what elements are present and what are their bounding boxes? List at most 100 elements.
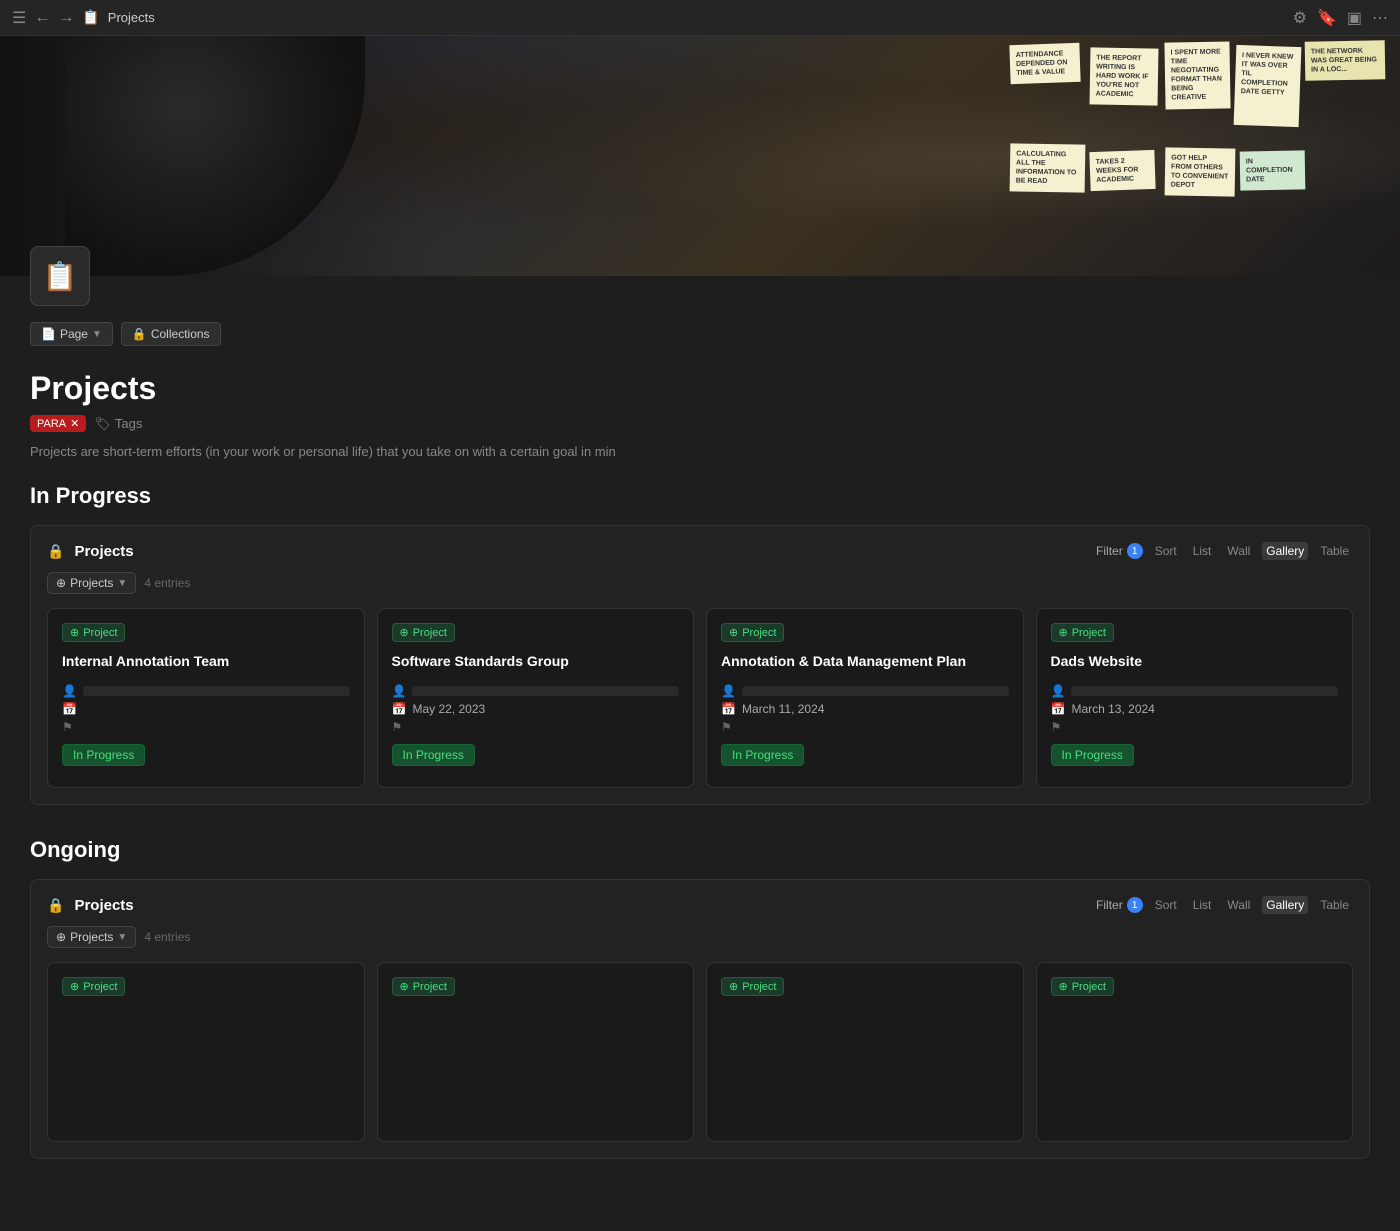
sticky-note-1: ATTENDANCE DEPENDED ON TIME & VALUE bbox=[1009, 43, 1080, 85]
ongoing-collection: 🔒 Projects Filter 1 Sort List Wall Galle… bbox=[30, 879, 1370, 1159]
list-view-btn-2[interactable]: List bbox=[1189, 896, 1216, 914]
table-view-btn-1[interactable]: Table bbox=[1316, 542, 1353, 560]
card-badge-1: ⊕ Project bbox=[62, 623, 125, 642]
filter-button-2[interactable]: Filter 1 bbox=[1096, 897, 1143, 913]
collection-header-2: 🔒 Projects Filter 1 Sort List Wall Galle… bbox=[47, 896, 1353, 914]
para-tag[interactable]: PARA ✕ bbox=[30, 415, 86, 432]
forward-button[interactable]: → bbox=[58, 9, 74, 27]
ongoing-badge-1: ⊕ Project bbox=[62, 977, 125, 996]
person-value-4 bbox=[1071, 686, 1338, 696]
gallery-card-3[interactable]: ⊕ Project Annotation & Data Management P… bbox=[706, 608, 1024, 788]
ongoing-card-1[interactable]: ⊕ Project bbox=[47, 962, 365, 1142]
card-person-field-4: 👤 bbox=[1051, 684, 1339, 698]
collection-lock-icon-1: 🔒 bbox=[47, 543, 64, 560]
flag-icon-1: ⚑ bbox=[62, 720, 73, 734]
ongoing-card-3[interactable]: ⊕ Project bbox=[706, 962, 1024, 1142]
back-button[interactable]: ← bbox=[34, 9, 50, 27]
ongoing-card-2[interactable]: ⊕ Project bbox=[377, 962, 695, 1142]
filter-label-1: Filter bbox=[1096, 544, 1123, 558]
calendar-icon-4: 📅 bbox=[1051, 702, 1066, 716]
top-bar-right: ⚙ 🔖 ▣ ⋯ bbox=[1293, 8, 1388, 28]
db-filter-btn-1[interactable]: ⊕ Projects ▼ bbox=[47, 572, 136, 594]
sticky-notes-area: ATTENDANCE DEPENDED ON TIME & VALUE THE … bbox=[980, 36, 1400, 276]
settings-icon[interactable]: ⚙ bbox=[1293, 8, 1307, 28]
sort-button-2[interactable]: Sort bbox=[1151, 896, 1181, 914]
card-badge-label-1: Project bbox=[83, 627, 117, 639]
sticky-note-5: THE NETWORK WAS GREAT BEING IN A LOC... bbox=[1305, 40, 1386, 81]
ongoing-badge-label-3: Project bbox=[742, 981, 776, 993]
page-icon-small: 📋 bbox=[82, 9, 99, 26]
card-title-4: Dads Website bbox=[1051, 652, 1339, 672]
wall-view-btn-2[interactable]: Wall bbox=[1223, 896, 1254, 914]
flag-icon-3: ⚑ bbox=[721, 720, 732, 734]
bookmark-icon[interactable]: 🔖 bbox=[1317, 8, 1337, 28]
collections-tab-label: Collections bbox=[151, 327, 210, 341]
filter-button-1[interactable]: Filter 1 bbox=[1096, 543, 1143, 559]
ongoing-badge-4: ⊕ Project bbox=[1051, 977, 1114, 996]
tag-icon: 🏷 bbox=[94, 416, 111, 432]
collection-lock-icon-2: 🔒 bbox=[47, 897, 64, 914]
page-description: Projects are short-term efforts (in your… bbox=[30, 444, 1370, 459]
wall-view-btn-1[interactable]: Wall bbox=[1223, 542, 1254, 560]
tags-field[interactable]: 🏷 Tags bbox=[94, 416, 142, 432]
section-ongoing-title: Ongoing bbox=[30, 837, 1370, 863]
page-icon-bar: 📋 bbox=[0, 246, 1400, 306]
more-icon[interactable]: ⋯ bbox=[1372, 8, 1388, 28]
filter-label-2: Filter bbox=[1096, 898, 1123, 912]
collection-controls-2: Filter 1 Sort List Wall Gallery Table bbox=[1096, 896, 1353, 914]
card-title-2: Software Standards Group bbox=[392, 652, 680, 672]
table-view-btn-2[interactable]: Table bbox=[1316, 896, 1353, 914]
gallery-card-2[interactable]: ⊕ Project Software Standards Group 👤 📅 M… bbox=[377, 608, 695, 788]
ongoing-badge-icon-2: ⊕ bbox=[400, 980, 409, 993]
card-badge-icon-3: ⊕ bbox=[729, 626, 738, 639]
person-icon-4: 👤 bbox=[1051, 684, 1066, 698]
db-filter-label-1: Projects bbox=[70, 576, 113, 590]
list-view-btn-1[interactable]: List bbox=[1189, 542, 1216, 560]
card-badge-icon-1: ⊕ bbox=[70, 626, 79, 639]
gallery-card-4[interactable]: ⊕ Project Dads Website 👤 📅 March 13, 202… bbox=[1036, 608, 1354, 788]
card-title-3: Annotation & Data Management Plan bbox=[721, 652, 1009, 672]
gallery-grid-2: ⊕ Project ⊕ Project ⊕ Project ⊕ Pr bbox=[47, 962, 1353, 1142]
flag-icon-4: ⚑ bbox=[1051, 720, 1062, 734]
flag-icon-2: ⚑ bbox=[392, 720, 403, 734]
person-icon-2: 👤 bbox=[392, 684, 407, 698]
entries-count-1: 4 entries bbox=[144, 576, 190, 590]
card-flag-field-3: ⚑ bbox=[721, 720, 1009, 734]
ongoing-badge-icon-4: ⊕ bbox=[1059, 980, 1068, 993]
main-content: Projects PARA ✕ 🏷 Tags Projects are shor… bbox=[0, 354, 1400, 1231]
card-person-field-2: 👤 bbox=[392, 684, 680, 698]
card-badge-icon-2: ⊕ bbox=[400, 626, 409, 639]
person-icon-1: 👤 bbox=[62, 684, 77, 698]
ongoing-card-4[interactable]: ⊕ Project bbox=[1036, 962, 1354, 1142]
menu-icon[interactable]: ☰ bbox=[12, 8, 26, 28]
card-date-3: March 11, 2024 bbox=[742, 702, 825, 716]
in-progress-collection: 🔒 Projects Filter 1 Sort List Wall Galle… bbox=[30, 525, 1370, 805]
layout-icon[interactable]: ▣ bbox=[1347, 8, 1362, 28]
tab-collections[interactable]: 🔒 Collections bbox=[121, 322, 221, 346]
collection-header-left-2: 🔒 Projects bbox=[47, 897, 134, 914]
gallery-view-btn-2[interactable]: Gallery bbox=[1262, 896, 1308, 914]
para-tag-remove[interactable]: ✕ bbox=[70, 417, 79, 430]
status-badge-4: In Progress bbox=[1051, 744, 1134, 766]
db-filter-btn-2[interactable]: ⊕ Projects ▼ bbox=[47, 926, 136, 948]
entries-count-2: 4 entries bbox=[144, 930, 190, 944]
tab-page[interactable]: 📄 Page ▼ bbox=[30, 322, 113, 346]
sort-button-1[interactable]: Sort bbox=[1151, 542, 1181, 560]
calendar-icon-3: 📅 bbox=[721, 702, 736, 716]
page-tab-chevron: ▼ bbox=[92, 329, 102, 340]
card-calendar-field-1: 📅 bbox=[62, 702, 350, 716]
db-filter-label-2: Projects bbox=[70, 930, 113, 944]
calendar-icon-1: 📅 bbox=[62, 702, 77, 716]
status-badge-2: In Progress bbox=[392, 744, 475, 766]
card-badge-label-4: Project bbox=[1072, 627, 1106, 639]
sticky-note-3: I SPENT MORE TIME NEGOTIATING FORMAT THA… bbox=[1164, 41, 1230, 109]
card-person-field-3: 👤 bbox=[721, 684, 1009, 698]
sub-header-1: ⊕ Projects ▼ 4 entries bbox=[47, 572, 1353, 594]
gallery-view-btn-1[interactable]: Gallery bbox=[1262, 542, 1308, 560]
gallery-card-1[interactable]: ⊕ Project Internal Annotation Team 👤 📅 ⚑… bbox=[47, 608, 365, 788]
card-person-field-1: 👤 bbox=[62, 684, 350, 698]
hero-person-area bbox=[0, 36, 430, 276]
card-flag-field-2: ⚑ bbox=[392, 720, 680, 734]
collection-header-1: 🔒 Projects Filter 1 Sort List Wall Galle… bbox=[47, 542, 1353, 560]
card-flag-field-1: ⚑ bbox=[62, 720, 350, 734]
